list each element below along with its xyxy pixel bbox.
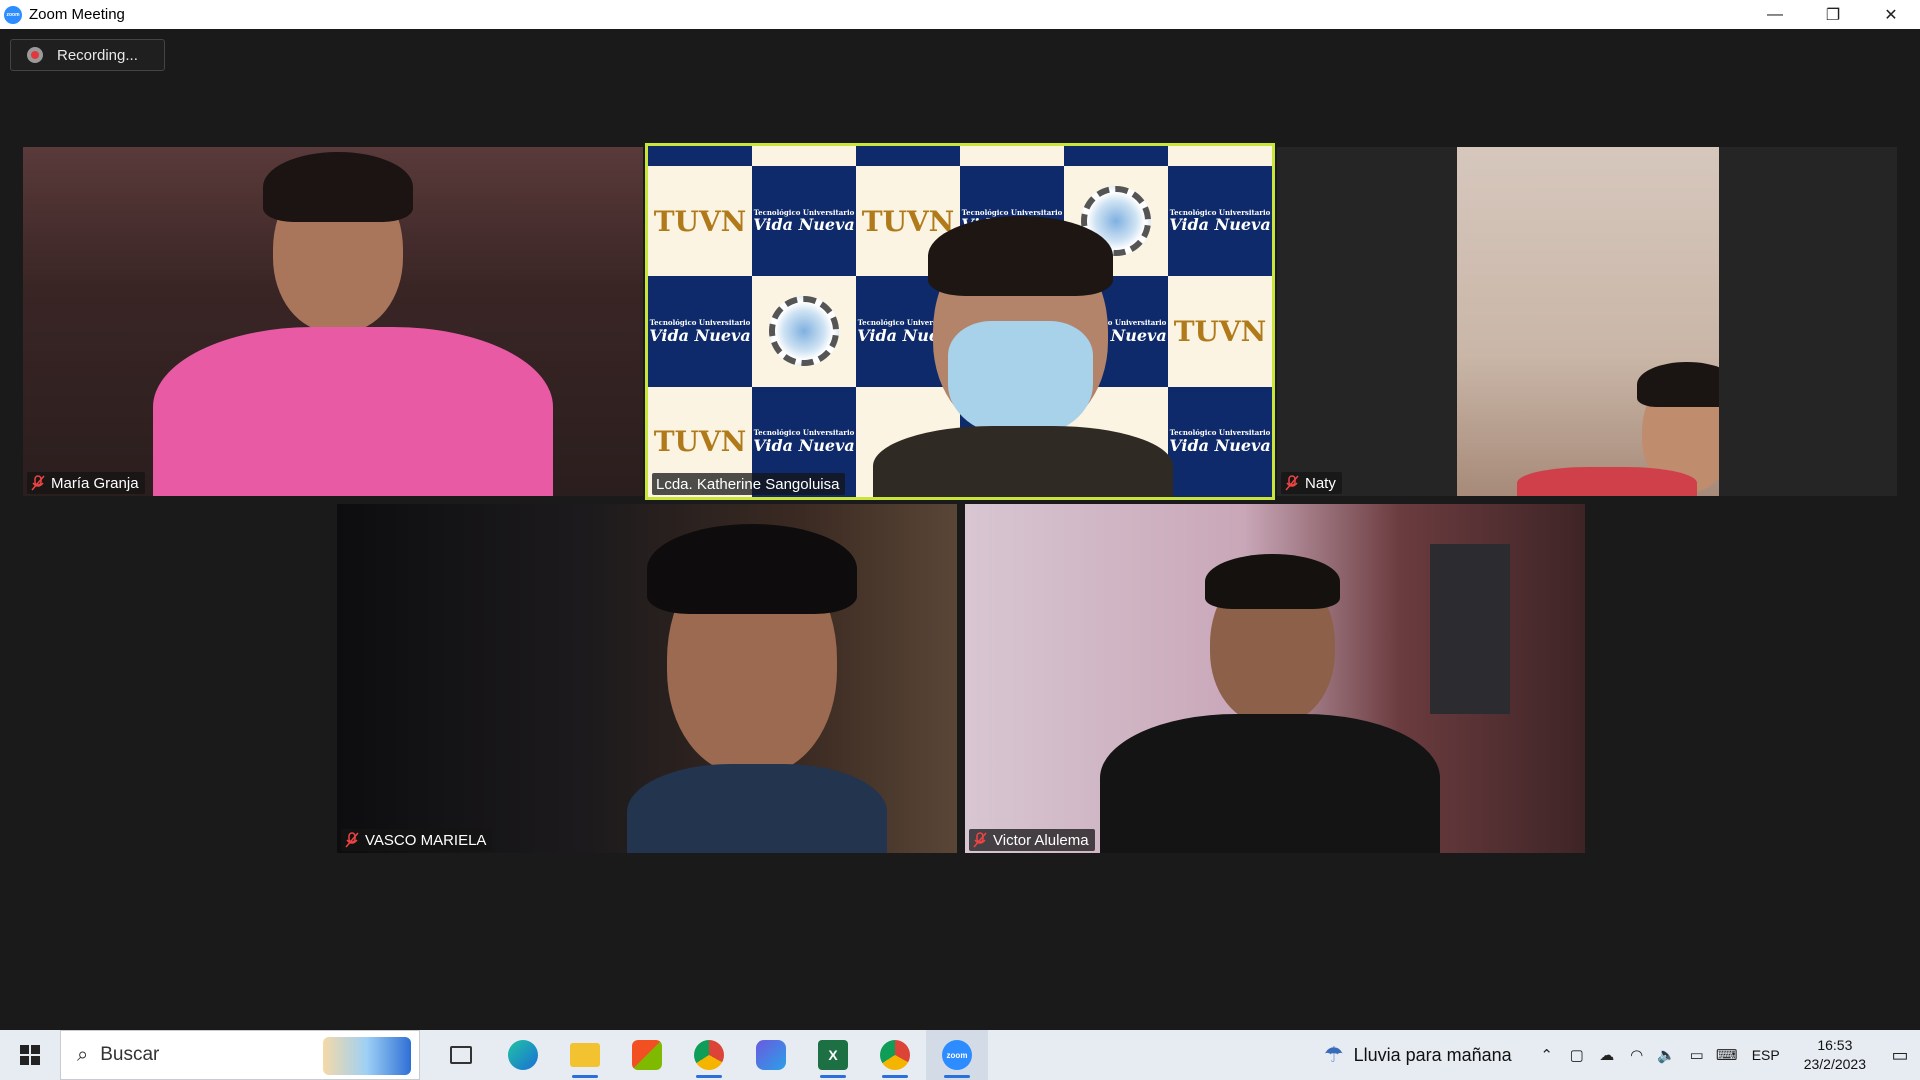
store-taskbar-button[interactable]	[616, 1030, 678, 1080]
video-tile-vasco-mariela[interactable]: VASCO MARIELA	[337, 504, 957, 853]
chrome-profile-taskbar-button[interactable]	[864, 1030, 926, 1080]
onedrive-cloud-icon[interactable]: ☁	[1592, 1030, 1622, 1080]
restore-button[interactable]: ❐	[1804, 0, 1862, 29]
computer-tower	[1430, 544, 1510, 714]
clock-time: 16:53	[1817, 1037, 1853, 1054]
store-icon	[632, 1040, 662, 1070]
minimize-button[interactable]: —	[1746, 0, 1804, 29]
video-tile-victor-alulema[interactable]: Victor Alulema	[965, 504, 1585, 853]
edge-taskbar-button[interactable]	[492, 1030, 554, 1080]
copilot-icon	[756, 1040, 786, 1070]
zoom-taskbar-button[interactable]: zoom	[926, 1030, 988, 1080]
search-placeholder: Buscar	[100, 1044, 160, 1065]
start-button[interactable]	[0, 1030, 60, 1080]
excel-icon: X	[818, 1040, 848, 1070]
taskbar-search-box[interactable]: ⌕ Buscar	[60, 1030, 420, 1080]
edge-icon	[508, 1040, 538, 1070]
search-icon: ⌕	[77, 1043, 89, 1066]
weather-widget[interactable]: ☂ Lluvia para mañana	[1324, 1042, 1512, 1068]
show-hidden-icons-chevron-icon[interactable]: ⌃	[1532, 1030, 1562, 1080]
title-bar: zoom Zoom Meeting — ❐ ✕	[0, 0, 1920, 29]
keyboard-icon[interactable]: ⌨	[1712, 1030, 1742, 1080]
close-button[interactable]: ✕	[1862, 0, 1920, 29]
participant-name-label: María Granja	[27, 472, 145, 494]
zoom-app-icon: zoom	[4, 5, 22, 24]
mic-muted-icon	[1285, 475, 1299, 491]
chrome-taskbar-button[interactable]	[678, 1030, 740, 1080]
notifications-icon[interactable]: ▭	[1880, 1030, 1920, 1080]
system-tray: ☂ Lluvia para mañana ⌃ ▢ ☁ ◠ 🔈 ▭ ⌨ ESP 1…	[1324, 1030, 1920, 1080]
volume-icon[interactable]: 🔈	[1652, 1030, 1682, 1080]
chrome-profile-icon	[880, 1040, 910, 1070]
participant-name-label: Naty	[1281, 472, 1342, 494]
folder-icon	[570, 1043, 600, 1067]
windows-logo-icon	[20, 1045, 40, 1065]
participant-name-label: VASCO MARIELA	[341, 829, 493, 851]
excel-taskbar-button[interactable]: X	[802, 1030, 864, 1080]
gear-seal-icon	[769, 296, 839, 367]
task-view-icon	[450, 1046, 472, 1064]
search-highlight-image	[323, 1037, 411, 1075]
recording-dot-icon	[27, 47, 43, 63]
mic-muted-icon	[345, 832, 359, 848]
chrome-icon	[694, 1040, 724, 1070]
copilot-taskbar-button[interactable]	[740, 1030, 802, 1080]
participant-name-label: Victor Alulema	[969, 829, 1095, 851]
file-explorer-taskbar-button[interactable]	[554, 1030, 616, 1080]
clock[interactable]: 16:53 23/2/2023	[1804, 1036, 1866, 1074]
zoom-icon: zoom	[942, 1040, 972, 1070]
mic-muted-icon	[31, 475, 45, 491]
participant-video	[1457, 147, 1719, 496]
windows-taskbar: ⌕ Buscar X zoom ☂ Lluvia para mañana ⌃ ▢…	[0, 1030, 1920, 1080]
task-view-button[interactable]	[430, 1030, 492, 1080]
recording-indicator[interactable]: Recording...	[10, 39, 165, 71]
window-title: Zoom Meeting	[29, 6, 125, 23]
video-tile-katherine-sangoluisa[interactable]: TUVN Tecnológico Universitario Vida Nueva…	[645, 143, 1275, 500]
recording-label: Recording...	[57, 46, 138, 64]
mic-muted-icon	[973, 832, 987, 848]
camera-icon[interactable]: ▢	[1562, 1030, 1592, 1080]
umbrella-rain-icon: ☂	[1323, 1042, 1344, 1067]
battery-icon[interactable]: ▭	[1682, 1030, 1712, 1080]
clock-date: 23/2/2023	[1803, 1056, 1866, 1072]
weather-text: Lluvia para mañana	[1353, 1044, 1512, 1065]
video-tile-maria-granja[interactable]: María Granja	[23, 147, 643, 496]
wifi-icon[interactable]: ◠	[1622, 1030, 1652, 1080]
participant-name-label: Lcda. Katherine Sangoluisa	[652, 473, 846, 495]
language-indicator[interactable]: ESP	[1752, 1047, 1780, 1063]
